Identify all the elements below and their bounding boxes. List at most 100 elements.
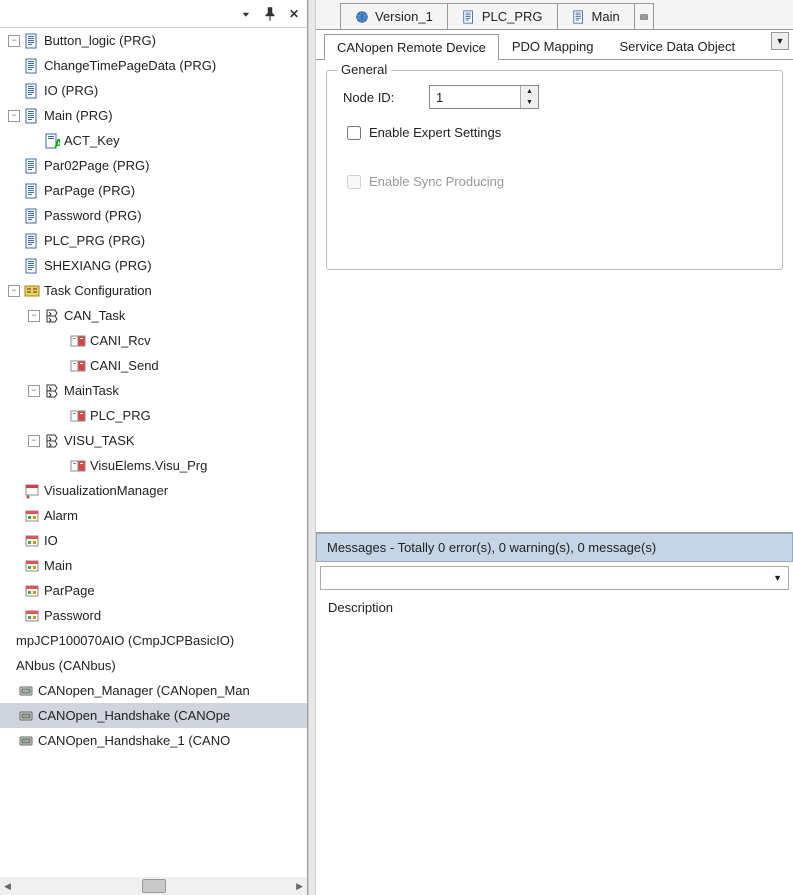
expander-placeholder [54, 335, 66, 347]
editor-tab[interactable]: Version_1 [340, 3, 448, 29]
tree-item-label: Alarm [44, 508, 78, 523]
expander-placeholder [2, 660, 14, 672]
tree-item[interactable]: − Task Configuration [0, 278, 307, 303]
pin-icon[interactable] [261, 5, 279, 23]
tree-item[interactable]: −Button_logic (PRG) [0, 28, 307, 53]
tree-item[interactable]: Password (PRG) [0, 203, 307, 228]
tree-item[interactable]: PLC_PRG (PRG) [0, 228, 307, 253]
prg-icon [24, 83, 40, 99]
tree-item[interactable]: − VISU_TASK [0, 428, 307, 453]
tree-item[interactable]: Main [0, 553, 307, 578]
tree-item[interactable]: CANOpen_Handshake_1 (CANO [0, 728, 307, 753]
tree-item[interactable]: − Main (PRG) [0, 103, 307, 128]
editor-tab[interactable]: Main [557, 3, 635, 29]
node-id-spinner[interactable]: ▲ ▼ [429, 85, 539, 109]
tree-item-label: Task Configuration [44, 283, 152, 298]
tree-item-label: IO (PRG) [44, 83, 98, 98]
tree-item[interactable]: CANI_Send [0, 353, 307, 378]
tree-item[interactable]: SHEXIANG (PRG) [0, 253, 307, 278]
dev-icon [18, 683, 34, 699]
expander-placeholder [8, 560, 20, 572]
editor-tab[interactable]: PLC_PRG [447, 3, 558, 29]
tree-item[interactable]: −MainTask [0, 378, 307, 403]
task-icon [44, 308, 60, 324]
tree-item-label: VISU_TASK [64, 433, 135, 448]
close-icon[interactable]: ✕ [285, 5, 303, 23]
tree-item[interactable]: CANI_Rcv [0, 328, 307, 353]
expander-icon[interactable]: − [8, 285, 20, 297]
act-icon: A [44, 133, 60, 149]
tree-item[interactable]: −CAN_Task [0, 303, 307, 328]
messages-filter-dropdown[interactable]: ▼ [320, 566, 789, 590]
visumgr-icon [24, 483, 40, 499]
panel-titlebar: ▾ ✕ [0, 0, 307, 28]
horizontal-scrollbar[interactable]: ◀ ▶ [0, 877, 307, 895]
messages-list[interactable] [320, 621, 789, 891]
editor-tab[interactable] [634, 3, 654, 29]
property-tab[interactable]: Service Data Object [607, 33, 749, 59]
expander-placeholder [8, 610, 20, 622]
expander-placeholder [2, 735, 14, 747]
slave-icon [639, 10, 649, 24]
tree-item-label: Main (PRG) [44, 108, 113, 123]
splitter[interactable] [308, 0, 316, 895]
property-tab[interactable]: CANopen Remote Device [324, 34, 499, 60]
tree-item[interactable]: Password [0, 603, 307, 628]
enable-sync-checkbox [347, 175, 361, 189]
tree-item[interactable]: PLC_PRG [0, 403, 307, 428]
tree-item-label: CANOpen_Handshake_1 (CANO [38, 733, 230, 748]
tree-item[interactable]: IO (PRG) [0, 78, 307, 103]
tree-item-label: VisualizationManager [44, 483, 168, 498]
expander-icon[interactable]: − [8, 35, 20, 47]
expander-placeholder [8, 85, 20, 97]
tree-item[interactable]: ParPage [0, 578, 307, 603]
panel-menu-icon[interactable]: ▾ [237, 8, 255, 19]
visu-icon [24, 608, 40, 624]
slave-icon [18, 733, 34, 749]
tcfg-icon [24, 283, 40, 299]
editor-tabs: Version_1PLC_PRG Main [316, 0, 793, 30]
expander-icon[interactable]: − [28, 385, 40, 397]
tree-item[interactable]: ANbus (CANbus) [0, 653, 307, 678]
svg-text:A: A [54, 136, 60, 149]
tree-item[interactable]: ChangeTimePageData (PRG) [0, 53, 307, 78]
messages-header: Messages - Totally 0 error(s), 0 warning… [316, 533, 793, 562]
tree-item[interactable]: CANOpen_Handshake (CANOpe [0, 703, 307, 728]
tree-dropdown-button[interactable]: ▼ [771, 32, 789, 50]
visu-icon [24, 558, 40, 574]
enable-expert-checkbox-row[interactable]: Enable Expert Settings [347, 125, 766, 140]
node-id-input[interactable] [430, 86, 520, 108]
tree-item[interactable]: Alarm [0, 503, 307, 528]
tree-item[interactable]: CANopen_Manager (CANopen_Man [0, 678, 307, 703]
spinner-up-icon[interactable]: ▲ [521, 86, 538, 97]
project-tree-panel: ▾ ✕ −Button_logic (PRG)ChangeTimePageDat… [0, 0, 308, 895]
tree-item[interactable]: VisualizationManager [0, 478, 307, 503]
prg-icon [572, 10, 586, 24]
visu-icon [24, 533, 40, 549]
prg-icon [24, 158, 40, 174]
tree-item-label: mpJCP100070AIO (CmpJCPBasicIO) [16, 633, 234, 648]
expander-placeholder [8, 535, 20, 547]
tree-item[interactable]: IO [0, 528, 307, 553]
expander-icon[interactable]: − [28, 310, 40, 322]
spinner-down-icon[interactable]: ▼ [521, 97, 538, 108]
enable-expert-checkbox[interactable] [347, 126, 361, 140]
tree-item[interactable]: Par02Page (PRG) [0, 153, 307, 178]
editor-tab-label: Main [592, 9, 620, 24]
globe-icon [355, 10, 369, 24]
tree-item[interactable]: ParPage (PRG) [0, 178, 307, 203]
expander-icon[interactable]: − [28, 435, 40, 447]
description-column-header[interactable]: Description [320, 594, 789, 621]
tree-item[interactable]: mpJCP100070AIO (CmpJCPBasicIO) [0, 628, 307, 653]
project-tree[interactable]: −Button_logic (PRG)ChangeTimePageData (P… [0, 28, 307, 877]
expander-placeholder [2, 635, 14, 647]
expander-placeholder [28, 135, 40, 147]
enable-sync-checkbox-row: Enable Sync Producing [347, 174, 766, 189]
tree-item-label: CANI_Send [90, 358, 159, 373]
property-tab[interactable]: PDO Mapping [499, 33, 607, 59]
expander-icon[interactable]: − [8, 110, 20, 122]
tree-item[interactable]: VisuElems.Visu_Prg [0, 453, 307, 478]
general-fieldset: General Node ID: ▲ ▼ Enable Expert Setti… [326, 70, 783, 270]
expander-placeholder [8, 160, 20, 172]
tree-item[interactable]: AACT_Key [0, 128, 307, 153]
